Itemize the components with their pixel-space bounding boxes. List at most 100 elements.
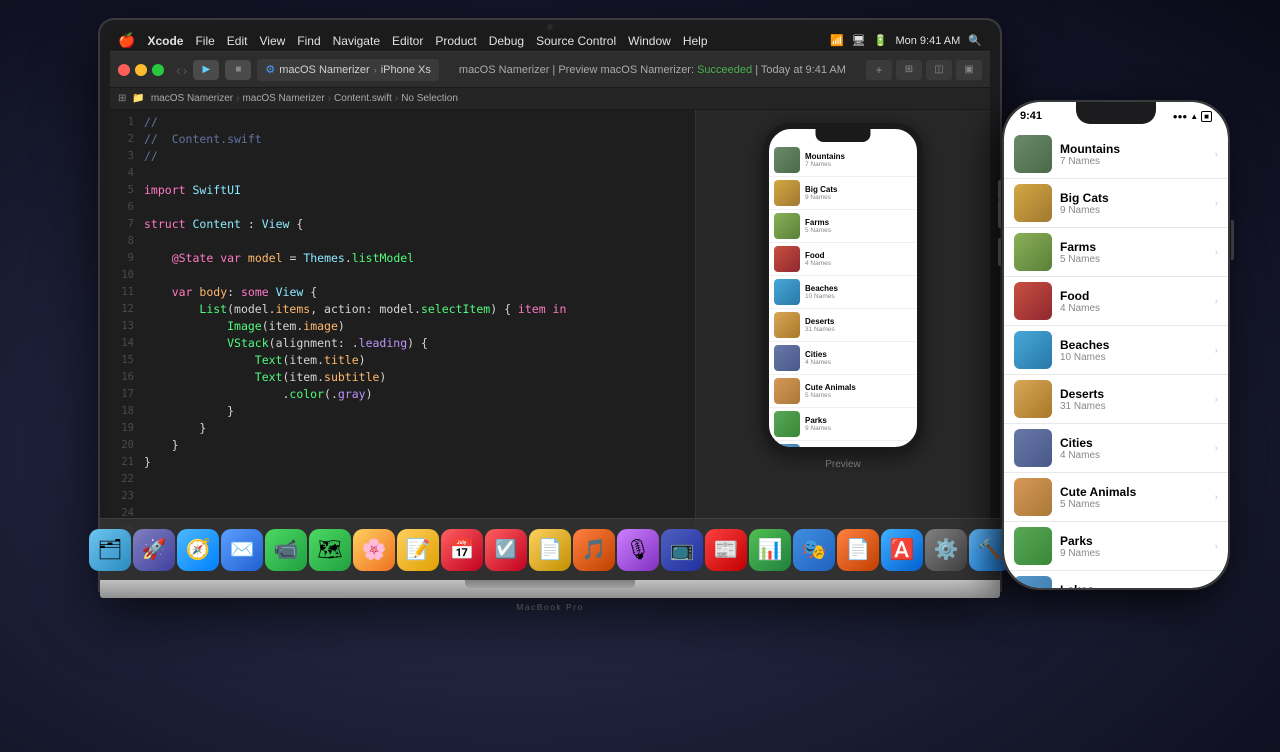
code-line: 15 Text(item.title) (110, 352, 695, 369)
breadcrumb-group[interactable]: macOS Namerizer (242, 93, 324, 104)
list-item[interactable]: Big Cats9 Names (769, 177, 917, 210)
assistant-button[interactable]: ◫ (926, 60, 952, 80)
menu-xcode[interactable]: Xcode (147, 34, 183, 48)
list-item[interactable]: Food 4 Names › (1004, 277, 1228, 326)
dock-system-preferences[interactable]: ⚙️ (925, 529, 967, 571)
volume-down[interactable] (998, 238, 1001, 266)
menu-view[interactable]: View (259, 34, 285, 48)
breadcrumb-folder-icon: 📁 (132, 93, 144, 104)
code-line: 19 } (110, 420, 695, 437)
dock-news[interactable]: 📰 (705, 529, 747, 571)
menu-source-control[interactable]: Source Control (536, 34, 616, 48)
menu-window[interactable]: Window (628, 34, 671, 48)
code-line: 13 Image(item.image) (110, 318, 695, 335)
menu-find[interactable]: Find (297, 34, 320, 48)
menu-editor[interactable]: Editor (392, 34, 423, 48)
stop-button[interactable]: ■ (225, 60, 251, 80)
list-item[interactable]: Lakes5 Names (769, 441, 917, 447)
dock-maps[interactable]: 🗺 (309, 529, 351, 571)
power-button[interactable] (1231, 220, 1234, 260)
list-item[interactable]: Mountains 7 Names › (1004, 130, 1228, 179)
run-button[interactable]: ▶ (193, 60, 219, 80)
close-button[interactable] (118, 64, 130, 76)
list-item[interactable]: Parks 9 Names › (1004, 522, 1228, 571)
preview-notch (816, 129, 871, 142)
dock-appstore[interactable]: 🅰️ (881, 529, 923, 571)
code-line: 16 Text(item.subtitle) (110, 369, 695, 386)
dock-keynote[interactable]: 🎭 (793, 529, 835, 571)
list-item[interactable]: Cities4 Names (769, 342, 917, 375)
code-editor[interactable]: 1 // 2 // Content.swift 3 // 4 (110, 110, 695, 578)
dock-launchpad[interactable]: 🚀 (133, 529, 175, 571)
menu-edit[interactable]: Edit (227, 34, 248, 48)
menu-help[interactable]: Help (683, 34, 708, 48)
dock-pages[interactable]: 📄 (837, 529, 879, 571)
dock: 🗂 🚀 🧭 ✉️ 📹 🗺 🌸 📝 📅 ☑️ (100, 518, 1000, 580)
back-button[interactable]: ‹ (176, 62, 181, 78)
list-item[interactable]: Mountains7 Names (769, 144, 917, 177)
thumb-farms (774, 213, 800, 239)
traffic-lights (118, 64, 164, 76)
code-line: 2 // Content.swift (110, 131, 695, 148)
apple-menu[interactable]: 🍎 (118, 32, 135, 49)
dock-finder[interactable]: 🗂 (89, 529, 131, 571)
inspectors-button[interactable]: ▣ (956, 60, 982, 80)
add-button[interactable]: + (866, 60, 892, 80)
dock-notes[interactable]: 📝 (397, 529, 439, 571)
macbook-screen: 🍎 Xcode File Edit View Find Navigate Edi… (110, 30, 990, 580)
volume-up[interactable] (998, 200, 1001, 228)
code-line: 10 (110, 267, 695, 284)
dock-safari[interactable]: 🧭 (177, 529, 219, 571)
dock-facetime[interactable]: 📹 (265, 529, 307, 571)
macbook: 🍎 Xcode File Edit View Find Navigate Edi… (100, 20, 1000, 610)
breadcrumb-selection: No Selection (401, 93, 458, 104)
code-line: 3 // (110, 148, 695, 165)
dock-calendar[interactable]: 📅 (441, 529, 483, 571)
mute-switch[interactable] (998, 180, 1001, 200)
item-subtitle: 31 Names (1060, 401, 1207, 412)
dock-photos[interactable]: 🌸 (353, 529, 395, 571)
menu-file[interactable]: File (195, 34, 214, 48)
iphone-device: 9:41 ●●● ▲ ■ Mountains 7 Names (1002, 100, 1230, 590)
list-item[interactable]: Farms 5 Names › (1004, 228, 1228, 277)
layout-button[interactable]: ⊞ (896, 60, 922, 80)
menu-product[interactable]: Product (435, 34, 476, 48)
status-suffix: | Today at 9:41 AM (755, 64, 846, 76)
dock-reminders[interactable]: ☑️ (485, 529, 527, 571)
list-item[interactable]: Big Cats 9 Names › (1004, 179, 1228, 228)
menu-debug[interactable]: Debug (489, 34, 524, 48)
list-item[interactable]: Cities 4 Names › (1004, 424, 1228, 473)
thumb-cute (774, 378, 800, 404)
iphone-notch (1076, 102, 1156, 124)
list-item[interactable]: Beaches 10 Names › (1004, 326, 1228, 375)
minimize-button[interactable] (135, 64, 147, 76)
list-item[interactable]: Farms5 Names (769, 210, 917, 243)
list-item[interactable]: Beaches10 Names (769, 276, 917, 309)
dock-music[interactable]: 🎵 (573, 529, 615, 571)
breadcrumb-file[interactable]: Content.swift (334, 93, 392, 104)
list-item[interactable]: Cute Animals5 Names (769, 375, 917, 408)
breadcrumb-project[interactable]: macOS Namerizer (151, 93, 233, 104)
scheme-selector[interactable]: ⚙ macOS Namerizer › iPhone Xs (257, 59, 439, 81)
code-line: 23 (110, 488, 695, 505)
forward-button[interactable]: › (183, 62, 188, 78)
list-item[interactable]: Cute Animals 5 Names › (1004, 473, 1228, 522)
code-line: 9 @State var model = Themes.listModel (110, 250, 695, 267)
list-item[interactable]: Parks9 Names (769, 408, 917, 441)
list-item[interactable]: Deserts31 Names (769, 309, 917, 342)
item-subtitle: 4 Names (1060, 303, 1207, 314)
iphone-list[interactable]: Mountains 7 Names › Big Cats 9 Names › (1004, 130, 1228, 588)
list-item[interactable]: Lakes 5 Names › (1004, 571, 1228, 588)
list-item[interactable]: Food4 Names (769, 243, 917, 276)
dock-stickies[interactable]: 📄 (529, 529, 571, 571)
list-item[interactable]: Deserts 31 Names › (1004, 375, 1228, 424)
menu-navigate[interactable]: Navigate (333, 34, 380, 48)
dock-numbers[interactable]: 📊 (749, 529, 791, 571)
dock-tv[interactable]: 📺 (661, 529, 703, 571)
maximize-button[interactable] (152, 64, 164, 76)
code-line: 8 (110, 233, 695, 250)
dock-podcasts[interactable]: 🎙 (617, 529, 659, 571)
breadcrumb-sep2: › (328, 93, 331, 104)
dock-mail[interactable]: ✉️ (221, 529, 263, 571)
item-subtitle: 10 Names (1060, 352, 1207, 363)
